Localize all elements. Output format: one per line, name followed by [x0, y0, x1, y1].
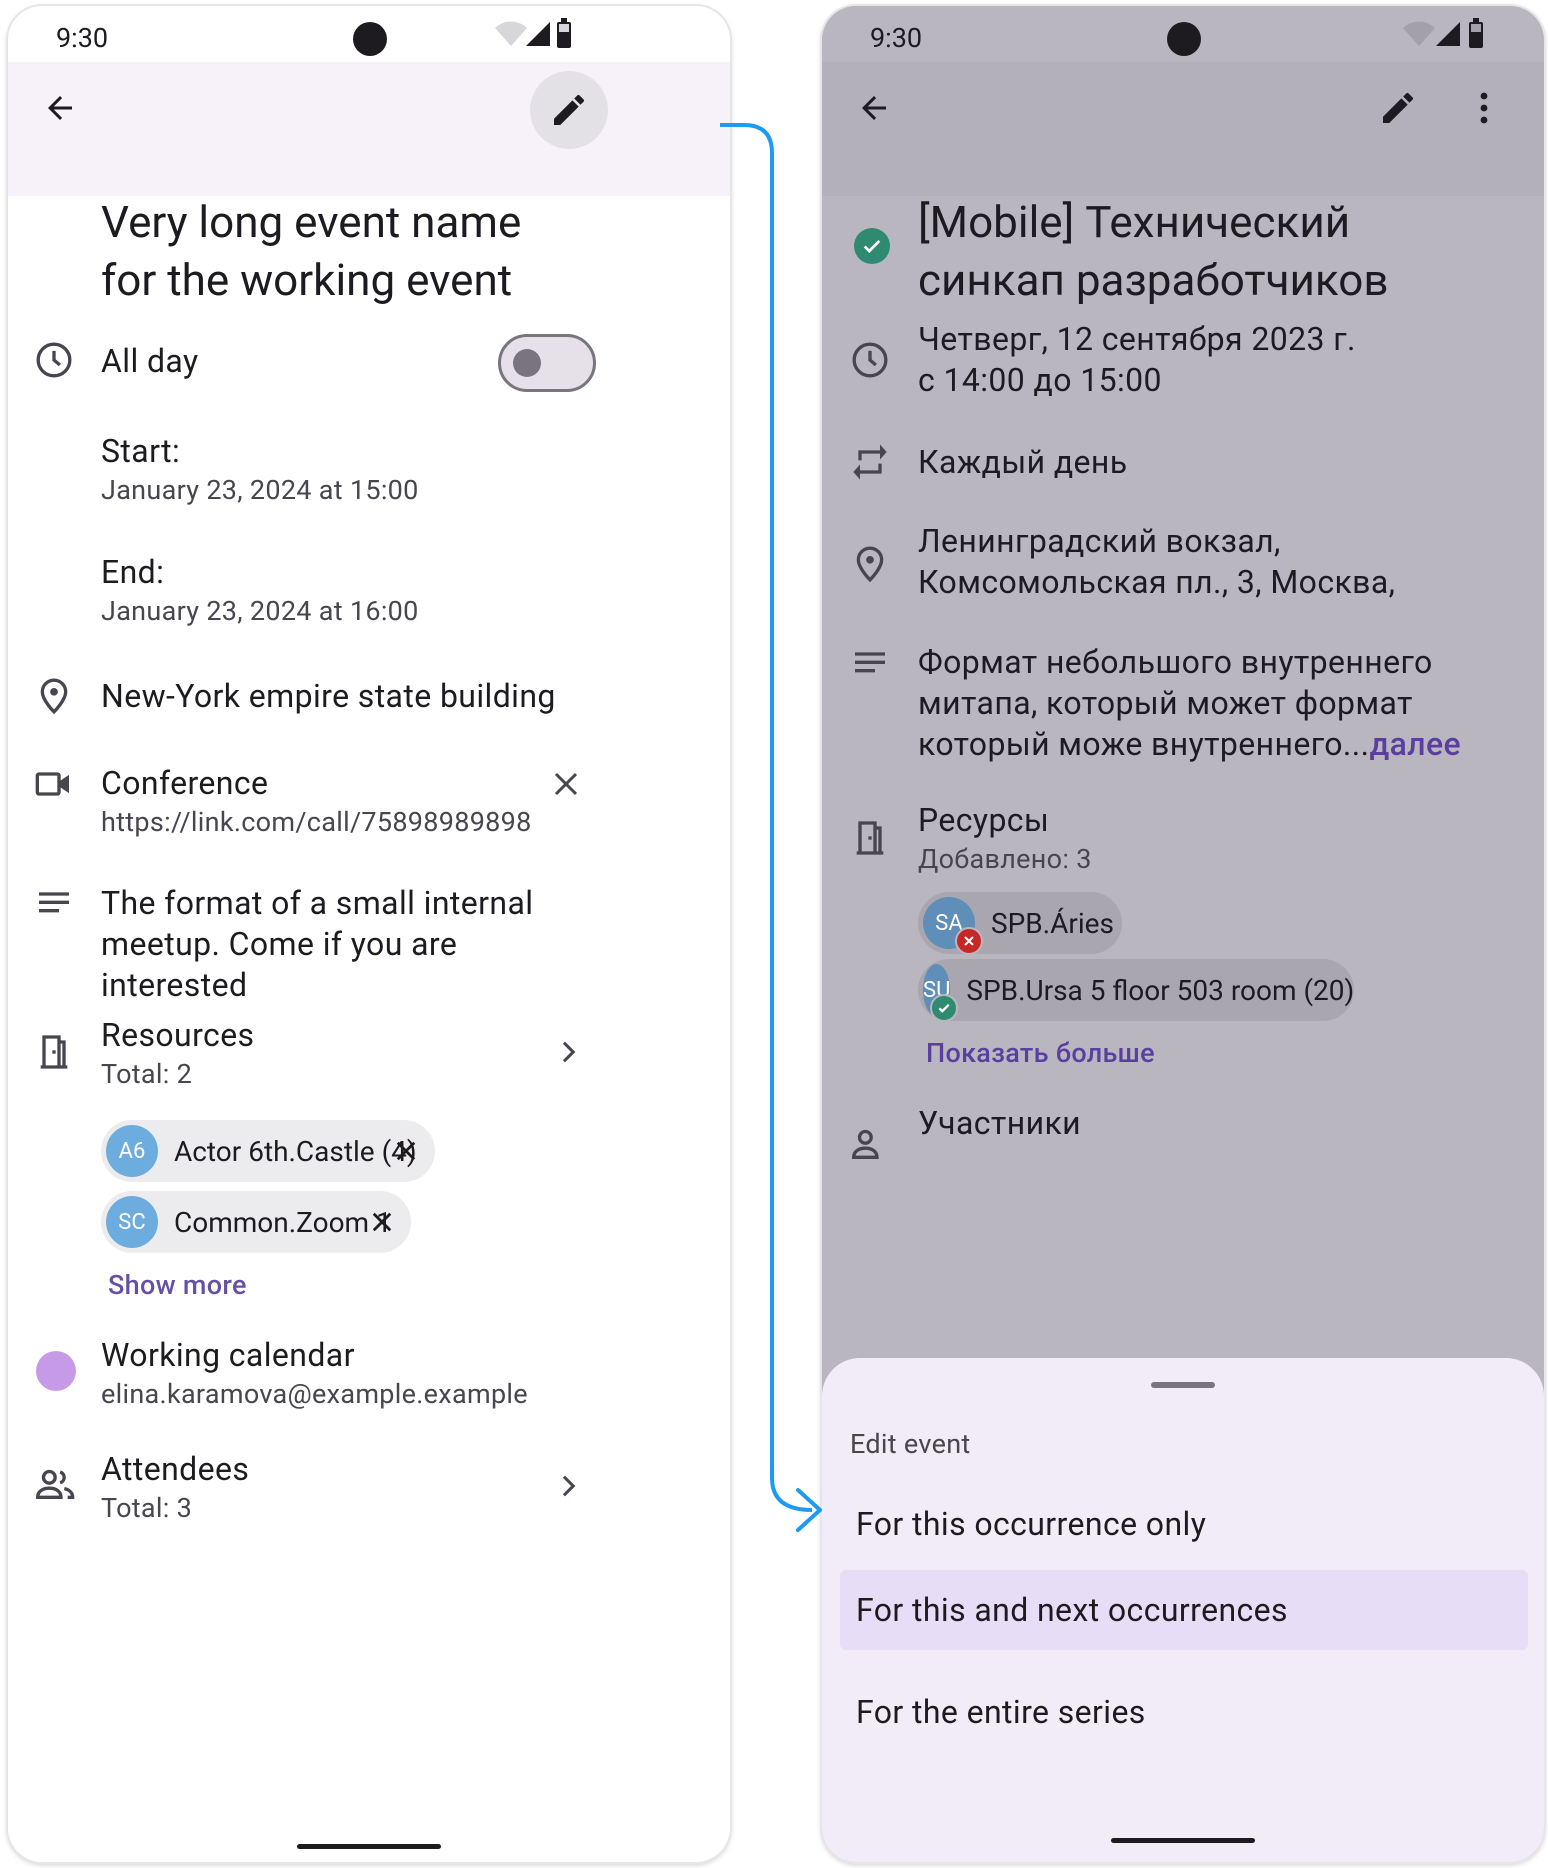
flow-connector-arrow [720, 123, 822, 1532]
